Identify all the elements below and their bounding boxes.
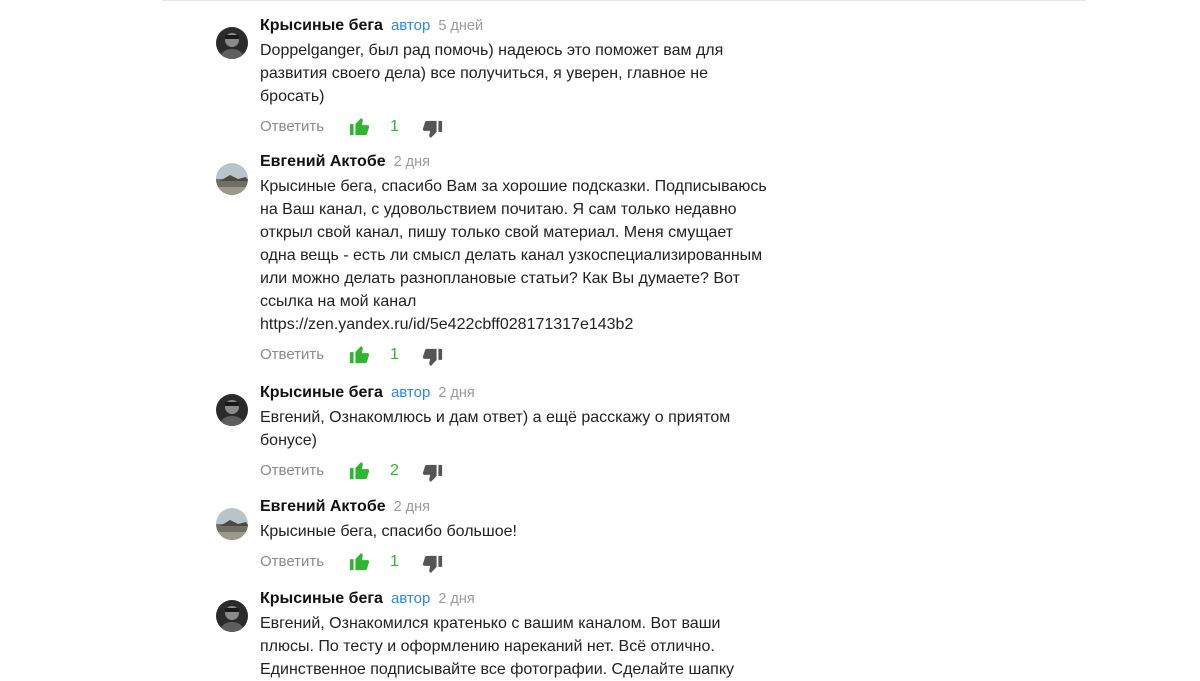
avatar[interactable] xyxy=(216,163,248,195)
comment-text: Doppelganger, был рад помочь) надеюсь эт… xyxy=(260,42,724,105)
author-badge: автор xyxy=(390,384,431,401)
comment-text: Крысиные бега, спасибо Вам за хорошие по… xyxy=(260,178,767,333)
reply-button[interactable]: Ответить xyxy=(260,118,324,135)
comment-text: Крысиные бега, спасибо большое! xyxy=(260,523,517,540)
reply-button[interactable]: Ответить xyxy=(260,462,324,479)
comment-time: 5 дней xyxy=(438,18,484,34)
thumbs-down-icon[interactable] xyxy=(421,463,443,485)
avatar[interactable] xyxy=(216,394,248,426)
comment-time: 2 дня xyxy=(438,591,475,607)
comment-time: 2 дня xyxy=(393,154,431,170)
like-count: 2 xyxy=(390,462,399,479)
author-badge: автор xyxy=(390,590,431,607)
comment-text: Евгений, Ознакомлюсь и дам ответ) а ещё … xyxy=(260,409,731,449)
comment-actions: Ответить 1 xyxy=(260,115,840,139)
thumbs-down-icon[interactable] xyxy=(421,347,443,369)
comment-actions: Ответить 1 xyxy=(260,550,840,574)
avatar[interactable] xyxy=(216,27,248,59)
like-count: 1 xyxy=(390,346,399,363)
comment-actions: Ответить 1 xyxy=(260,343,840,367)
author-name[interactable]: Евгений Актобе xyxy=(260,498,386,515)
avatar[interactable] xyxy=(216,508,248,540)
comment-text: Евгений, Ознакомился кратенько с вашим к… xyxy=(260,615,735,678)
avatar[interactable] xyxy=(216,600,248,632)
reply-button[interactable]: Ответить xyxy=(260,346,324,363)
author-name[interactable]: Крысиные бега xyxy=(260,17,383,34)
thumbs-up-icon[interactable] xyxy=(349,115,371,137)
author-name[interactable]: Крысиные бега xyxy=(260,590,383,607)
author-name[interactable]: Крысиные бега xyxy=(260,384,383,401)
thumbs-down-icon[interactable] xyxy=(421,119,443,141)
comment-actions: Ответить 2 xyxy=(260,459,840,483)
thumbs-up-icon[interactable] xyxy=(349,459,371,481)
author-badge: автор xyxy=(390,17,431,34)
thumbs-up-icon[interactable] xyxy=(349,343,371,365)
author-name[interactable]: Евгений Актобе xyxy=(260,153,386,170)
comment-time: 2 дня xyxy=(438,385,475,401)
thumbs-up-icon[interactable] xyxy=(349,550,371,572)
top-divider xyxy=(162,0,1086,1)
like-count: 1 xyxy=(390,118,399,135)
thumbs-down-icon[interactable] xyxy=(421,554,443,576)
comment-time: 2 дня xyxy=(393,499,431,515)
reply-button[interactable]: Ответить xyxy=(260,553,324,570)
like-count: 1 xyxy=(390,553,399,570)
